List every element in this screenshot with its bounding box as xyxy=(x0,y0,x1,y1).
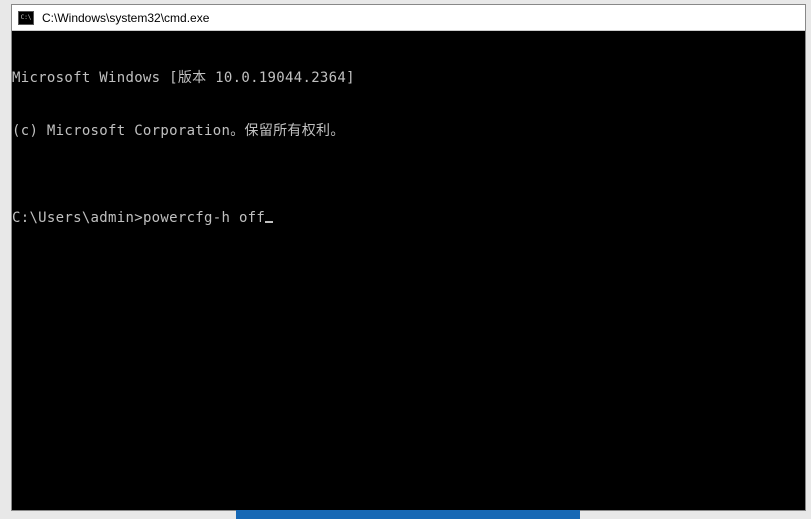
terminal-command: powercfg-h off xyxy=(143,210,265,226)
terminal-area[interactable]: Microsoft Windows [版本 10.0.19044.2364] (… xyxy=(12,31,805,510)
terminal-line-version: Microsoft Windows [版本 10.0.19044.2364] xyxy=(12,70,805,88)
titlebar-path: C:\Windows\system32\cmd.exe xyxy=(42,11,209,25)
cmd-window: C:\Windows\system32\cmd.exe Microsoft Wi… xyxy=(11,4,806,511)
titlebar[interactable]: C:\Windows\system32\cmd.exe xyxy=(12,5,805,31)
cursor-icon xyxy=(265,221,273,223)
cmd-icon xyxy=(18,11,34,25)
taskbar-fragment xyxy=(236,510,580,519)
terminal-prompt-line: C:\Users\admin>powercfg-h off xyxy=(12,210,805,228)
terminal-prompt: C:\Users\admin> xyxy=(12,210,143,226)
terminal-line-copyright: (c) Microsoft Corporation。保留所有权利。 xyxy=(12,123,805,141)
